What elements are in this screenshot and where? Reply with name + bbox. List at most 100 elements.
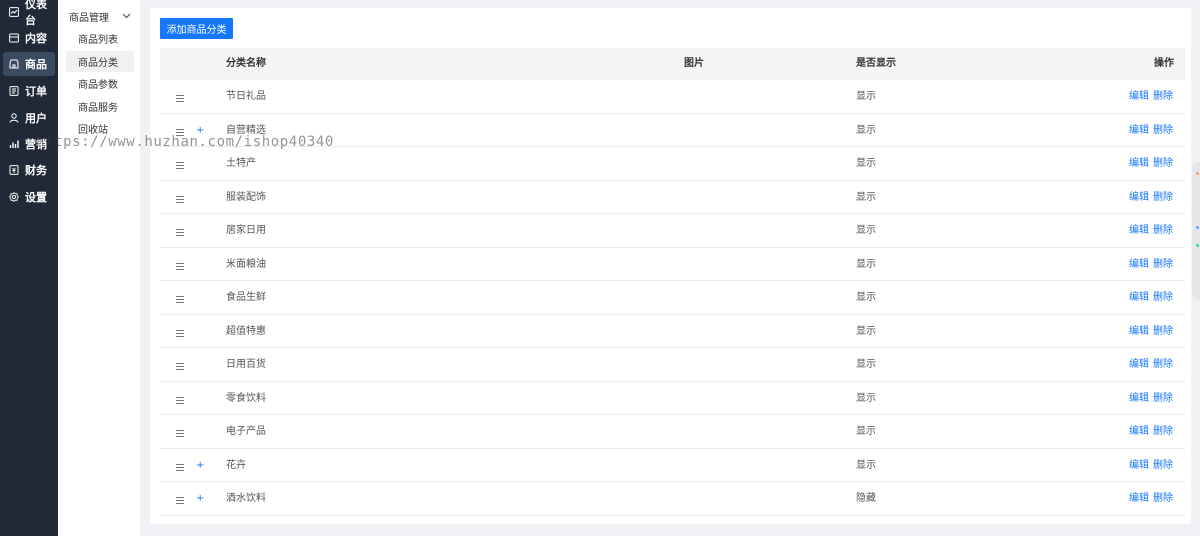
- nav-item-dashboard[interactable]: 仪表台: [3, 0, 55, 27]
- edit-link[interactable]: 编辑: [1129, 281, 1149, 314]
- table-row: + 花卉 显示 编辑 删除: [160, 449, 1185, 482]
- table-row: 超值特惠 显示 编辑 删除: [160, 315, 1185, 348]
- side-drawer-handle[interactable]: [1192, 162, 1200, 300]
- drag-handle-icon[interactable]: [176, 159, 184, 169]
- nav-item-label: 订单: [25, 85, 47, 98]
- expand-icon[interactable]: +: [196, 114, 204, 147]
- drag-handle-icon[interactable]: [176, 427, 184, 437]
- drag-handle-icon[interactable]: [176, 293, 184, 303]
- nav-item-label: 用户: [25, 112, 47, 125]
- delete-link[interactable]: 删除: [1153, 114, 1173, 147]
- edit-link[interactable]: 编辑: [1129, 482, 1149, 515]
- category-name: 居家日用: [226, 225, 266, 236]
- edit-link[interactable]: 编辑: [1129, 248, 1149, 281]
- nav-item-gear[interactable]: 设置: [3, 185, 55, 209]
- category-name: 节日礼品: [226, 91, 266, 102]
- category-name: 超值特惠: [226, 325, 266, 337]
- drag-handle-icon[interactable]: [176, 260, 184, 270]
- subnav-item[interactable]: 商品服务: [66, 96, 134, 117]
- subnav-item[interactable]: 商品列表: [66, 28, 134, 49]
- table-header: 分类名称 图片 是否显示 操作: [160, 48, 1185, 80]
- edit-link[interactable]: 编辑: [1129, 181, 1149, 214]
- nav-item-chart[interactable]: 营销: [3, 132, 55, 156]
- subnav-item[interactable]: 商品参数: [66, 73, 134, 94]
- drag-handle-icon[interactable]: [176, 461, 184, 471]
- delete-link[interactable]: 删除: [1153, 415, 1173, 448]
- visibility-status: 显示: [856, 258, 876, 270]
- delete-link[interactable]: 删除: [1153, 181, 1173, 214]
- edit-link[interactable]: 编辑: [1129, 315, 1149, 348]
- main-sidebar: 仪表台内容商品订单用户营销财务设置: [0, 0, 58, 536]
- drag-handle-icon[interactable]: [176, 226, 184, 236]
- edit-link[interactable]: 编辑: [1129, 214, 1149, 247]
- nav-item-label: 内容: [25, 32, 47, 45]
- edit-link[interactable]: 编辑: [1129, 348, 1149, 381]
- visibility-status: 显示: [856, 392, 876, 404]
- category-name: 自营精选: [226, 124, 266, 136]
- header-actions: 操作: [1154, 58, 1174, 69]
- category-name: 日用百货: [226, 359, 266, 370]
- subnav-group-header[interactable]: 商品管理: [58, 6, 140, 26]
- delete-link[interactable]: 删除: [1153, 348, 1173, 381]
- visibility-status: 显示: [856, 426, 876, 437]
- edit-link[interactable]: 编辑: [1129, 449, 1149, 482]
- edit-link[interactable]: 编辑: [1129, 147, 1149, 180]
- delete-link[interactable]: 删除: [1153, 248, 1173, 281]
- delete-link[interactable]: 删除: [1153, 281, 1173, 314]
- edit-link[interactable]: 编辑: [1129, 80, 1149, 113]
- table-row: 食品生鲜 显示 编辑 删除: [160, 281, 1185, 315]
- add-category-button[interactable]: 添加商品分类: [160, 18, 233, 39]
- category-name: 服装配饰: [226, 191, 266, 203]
- table-row: 零食饮料 显示 编辑 删除: [160, 382, 1185, 415]
- drag-handle-icon[interactable]: [176, 92, 184, 102]
- delete-link[interactable]: 删除: [1153, 80, 1173, 113]
- category-name: 花卉: [226, 459, 246, 471]
- category-name: 土特产: [226, 158, 256, 169]
- visibility-status: 隐藏: [856, 493, 876, 504]
- expand-icon[interactable]: +: [196, 449, 204, 482]
- main-panel: 添加商品分类 分类名称 图片 是否显示 操作 节日礼品 显示 编辑 删除 + 自营精选 显示…: [150, 8, 1191, 524]
- nav-item-label: 财务: [25, 164, 47, 177]
- nav-item-content[interactable]: 内容: [3, 26, 55, 50]
- drag-handle-icon[interactable]: [176, 327, 184, 337]
- edit-link[interactable]: 编辑: [1129, 415, 1149, 448]
- nav-item-finance[interactable]: 财务: [3, 158, 55, 182]
- delete-link[interactable]: 删除: [1153, 449, 1173, 482]
- gear-icon: [9, 192, 19, 202]
- drag-handle-icon[interactable]: [176, 193, 184, 203]
- visibility-status: 显示: [856, 459, 876, 471]
- delete-link[interactable]: 删除: [1153, 315, 1173, 348]
- delete-link[interactable]: 删除: [1153, 482, 1173, 515]
- table-row: + 酒水饮料 隐藏 编辑 删除: [160, 482, 1185, 516]
- content-icon: [9, 33, 19, 43]
- drag-handle-icon[interactable]: [176, 360, 184, 370]
- nav-item-store[interactable]: 商品: [3, 52, 55, 76]
- drag-handle-icon[interactable]: [176, 394, 184, 404]
- subnav-item[interactable]: 商品分类: [66, 50, 134, 72]
- visibility-status: 显示: [856, 124, 876, 136]
- edit-link[interactable]: 编辑: [1129, 114, 1149, 147]
- delete-link[interactable]: 删除: [1153, 214, 1173, 247]
- nav-item-user[interactable]: 用户: [3, 106, 55, 130]
- header-name: 分类名称: [226, 58, 266, 69]
- nav-item-label: 营销: [25, 138, 47, 151]
- drag-handle-icon[interactable]: [176, 126, 184, 136]
- delete-link[interactable]: 删除: [1153, 382, 1173, 415]
- category-name: 米面粮油: [226, 258, 266, 270]
- expand-icon[interactable]: +: [196, 482, 204, 515]
- dashboard-icon: [9, 7, 19, 17]
- sub-sidebar: 商品管理 商品列表 商品分类 商品参数 商品服务 回收站: [58, 0, 140, 536]
- delete-link[interactable]: 删除: [1153, 147, 1173, 180]
- header-image: 图片: [684, 58, 704, 69]
- nav-item-order[interactable]: 订单: [3, 79, 55, 103]
- header-visible: 是否显示: [856, 58, 896, 69]
- edit-link[interactable]: 编辑: [1129, 382, 1149, 415]
- table-row: 米面粮油 显示 编辑 删除: [160, 248, 1185, 281]
- drag-handle-icon[interactable]: [176, 494, 184, 504]
- visibility-status: 显示: [856, 91, 876, 102]
- table-row: 节日礼品 显示 编辑 删除: [160, 80, 1185, 114]
- table-row: 服装配饰 显示 编辑 删除: [160, 181, 1185, 214]
- subnav-item[interactable]: 回收站: [66, 118, 134, 139]
- table-row: 居家日用 显示 编辑 删除: [160, 214, 1185, 248]
- category-name: 食品生鲜: [226, 292, 266, 303]
